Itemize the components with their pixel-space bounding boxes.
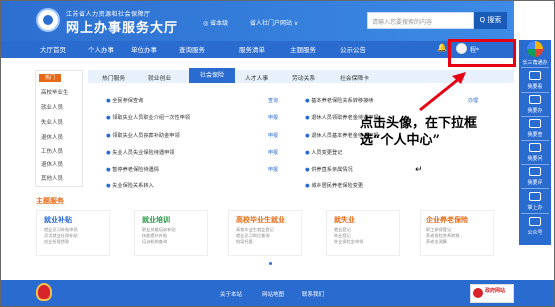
annotation-text: 点击头像，在下拉框选“个人中心” [360,116,478,148]
return-mark: ↵ [415,165,423,175]
annotation-arrow [419,72,466,112]
